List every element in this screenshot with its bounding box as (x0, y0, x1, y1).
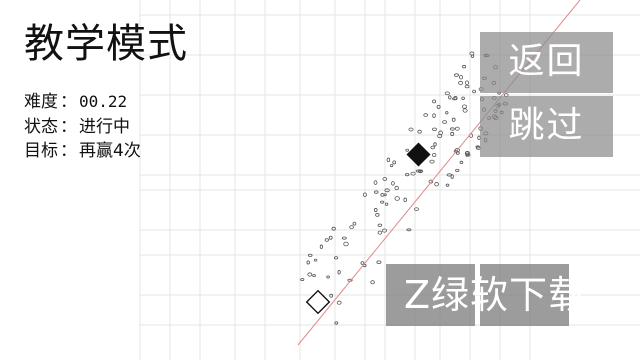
trail-particle (462, 64, 467, 69)
back-button[interactable]: 返回 (480, 32, 613, 93)
trail-particle (394, 196, 400, 201)
trail-particle (380, 200, 385, 204)
trail-particle (326, 275, 330, 279)
game-stage[interactable]: 教学模式 难度： 00.22 状态：进行中 目标：再赢4次 返回 跳过 Z绿软下载 (0, 0, 640, 360)
trail-particle (445, 111, 449, 115)
trail-particle (429, 159, 435, 164)
stat-goal: 目标：再赢4次 (24, 139, 141, 164)
trail-particle (380, 193, 385, 197)
trail-particle (349, 225, 354, 230)
trail-particle (324, 238, 329, 242)
trail-particle (374, 190, 379, 194)
stat-difficulty-label: 难度 (24, 92, 58, 112)
stat-separator: ： (60, 92, 77, 112)
trail-particle (432, 99, 437, 104)
trail-particle (386, 157, 391, 163)
trail-particle (417, 129, 422, 134)
page-title: 教学模式 (24, 21, 188, 67)
watermark-text: Z绿软下载 (404, 273, 588, 317)
trail-particle (392, 160, 397, 165)
trail-particle (389, 164, 394, 168)
trail-particle (444, 91, 450, 96)
trail-particle (375, 213, 380, 217)
stat-goal-label: 目标 (24, 141, 58, 161)
trail-particle (462, 108, 468, 113)
stat-status: 状态：进行中 (24, 115, 141, 140)
trail-particle (423, 113, 429, 117)
trail-particle (300, 278, 305, 282)
stat-difficulty-value: 00.22 (79, 92, 128, 111)
trail-particle (470, 54, 475, 58)
player-square[interactable] (305, 289, 331, 315)
trail-particle (472, 89, 476, 94)
stat-goal-value: 再赢4次 (79, 141, 141, 161)
trail-particle (336, 300, 342, 305)
trail-particle (458, 80, 464, 85)
trail-particle (464, 80, 470, 85)
trail-particle (337, 269, 341, 275)
trail-particle (313, 258, 318, 262)
trail-particle (433, 142, 437, 147)
trail-particle (306, 260, 310, 265)
trail-particle (307, 272, 313, 277)
trail-particle (319, 244, 323, 249)
trail-particle (464, 84, 470, 89)
trail-particle (377, 223, 383, 227)
trail-particle (312, 274, 316, 278)
trail-particle (434, 182, 439, 187)
trail-particle (352, 221, 357, 226)
trail-particle (459, 74, 463, 80)
trail-particle (432, 113, 436, 118)
trail-particle (394, 185, 399, 191)
stat-status-value: 进行中 (79, 116, 130, 137)
skip-button[interactable]: 跳过 (480, 96, 613, 157)
trail-particle (450, 127, 455, 131)
stat-separator: ： (60, 141, 77, 161)
trail-particle (405, 148, 410, 152)
trail-particle (430, 145, 435, 150)
trail-particle (445, 183, 450, 187)
trail-particle (461, 96, 465, 100)
stats-panel: 难度： 00.22 状态：进行中 目标：再赢4次 (24, 90, 141, 164)
trail-particle (451, 117, 456, 122)
stat-status-label: 状态 (24, 116, 58, 137)
trail-particle (454, 126, 460, 131)
trail-particle (373, 180, 378, 185)
trail-particle (448, 95, 452, 100)
stat-separator: ： (60, 116, 77, 137)
trail-particle (328, 235, 333, 240)
trail-particle (391, 181, 395, 186)
trail-particle (432, 127, 437, 131)
trail-particle (442, 120, 448, 124)
trail-particle (376, 260, 382, 264)
trail-particle (455, 151, 460, 155)
trail-particle (384, 202, 389, 206)
stat-difficulty: 难度： 00.22 (24, 90, 141, 115)
enemy-diamond (406, 142, 431, 167)
trail-particle (455, 168, 460, 172)
trail-particle (461, 104, 468, 109)
trail-particle (373, 208, 378, 212)
trail-particle (451, 97, 458, 101)
trail-particle (459, 160, 464, 164)
trail-particle (360, 261, 365, 265)
trail-particle (341, 236, 347, 240)
trail-particle (432, 152, 437, 158)
trail-particle (454, 73, 459, 77)
trail-particle (377, 230, 383, 235)
trail-particle (343, 241, 349, 247)
trail-particle (403, 197, 407, 203)
trail-particle (370, 280, 375, 285)
trail-particle (408, 127, 414, 132)
